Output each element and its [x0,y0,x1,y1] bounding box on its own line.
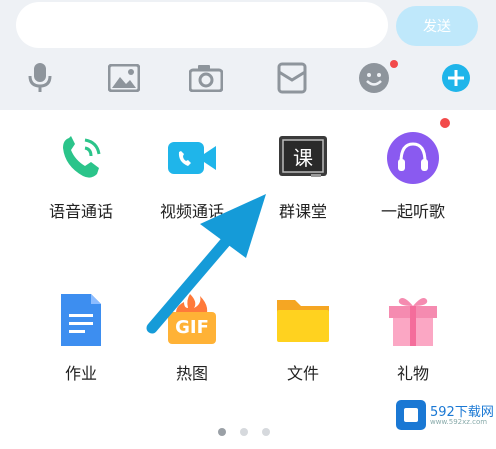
watermark-logo-icon [396,400,426,430]
watermark-sub: www.592xz.com [430,418,488,426]
annotation-arrow [146,194,266,334]
watermark: 592下载网 www.592xz.com [396,398,494,434]
